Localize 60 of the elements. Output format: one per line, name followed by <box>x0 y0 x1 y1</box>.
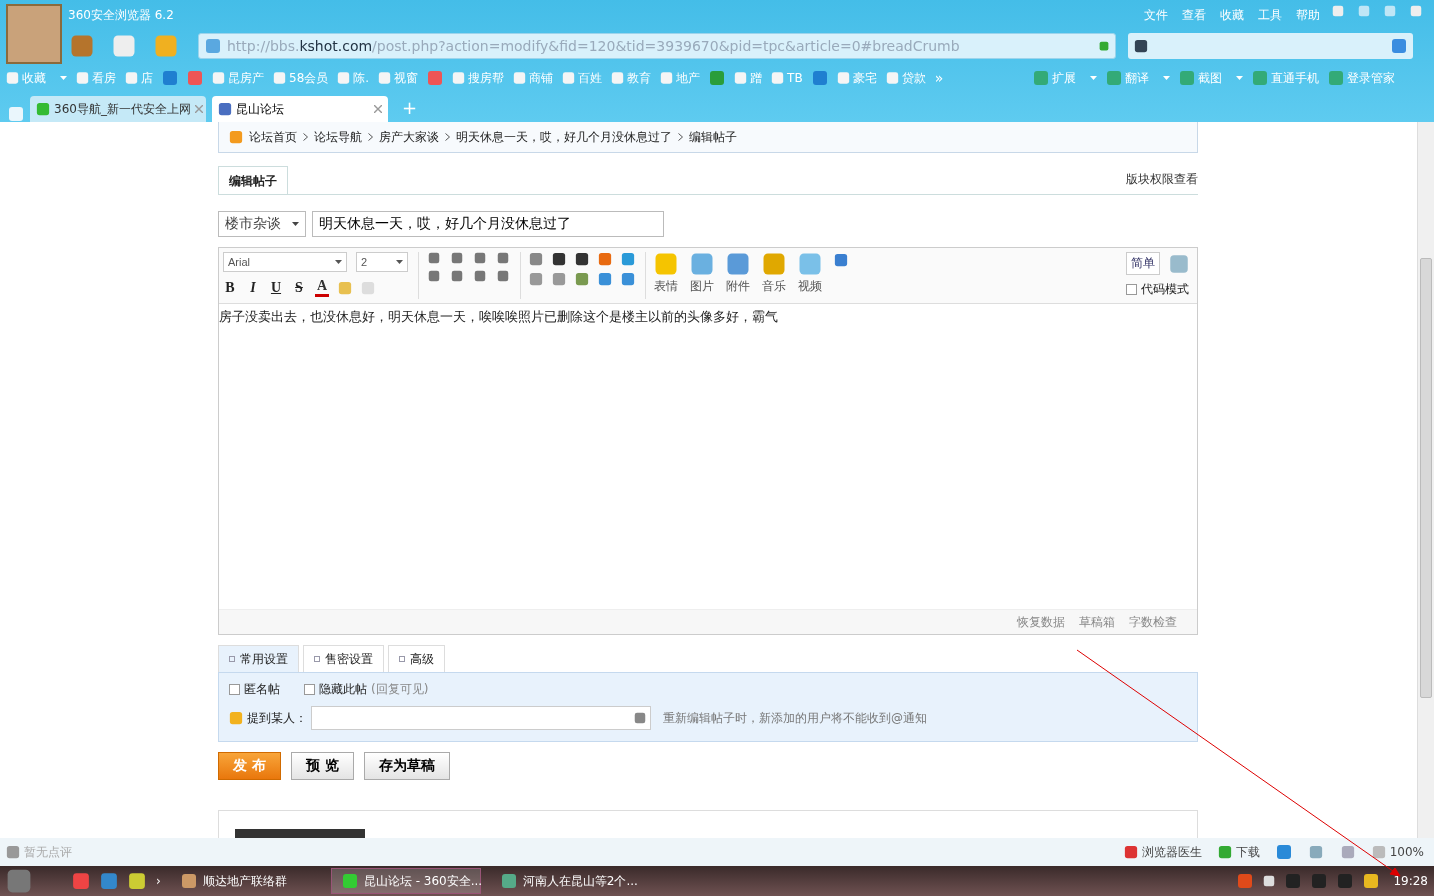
media-button[interactable]: 表情 <box>654 252 678 299</box>
chevron-icon <box>303 133 308 141</box>
search-field[interactable] <box>1128 33 1413 59</box>
taskbar-item[interactable]: 昆山论坛 - 360安全... <box>330 868 481 894</box>
scrollbar[interactable] <box>1417 122 1434 838</box>
media-button[interactable]: 音乐 <box>762 252 786 299</box>
option-checkbox[interactable]: 匿名帖 <box>229 681 280 698</box>
simple-mode-button[interactable]: 简单 <box>1126 252 1160 275</box>
taskbar-item[interactable]: 河南人在昆山等2个... <box>490 868 641 894</box>
caret-icon[interactable] <box>292 222 299 226</box>
browser-tab[interactable]: 360导航_新一代安全上网 <box>30 96 206 122</box>
browser-tab[interactable]: 昆山论坛 <box>212 96 388 122</box>
chevron-button[interactable]: › <box>156 874 161 888</box>
post-content[interactable]: 房子没卖出去，也没休息好，明天休息一天，唉唉唉照片已删除这个是楼主以前的头像多好，霸气 <box>219 304 1197 609</box>
mention-label: 提到某人： <box>247 709 307 727</box>
code-mode-checkbox[interactable]: 代码模式 <box>1126 281 1189 298</box>
format-button[interactable]: I <box>246 279 260 296</box>
mention-input[interactable] <box>311 706 651 730</box>
format-button[interactable]: B <box>223 279 237 296</box>
permissions-link[interactable]: 版块权限查看 <box>1126 171 1198 188</box>
media-button[interactable]: 视频 <box>798 252 822 299</box>
settings-tab[interactable]: 常用设置 <box>218 645 299 672</box>
browser-doctor-button[interactable]: 浏览器医生 <box>1123 843 1202 861</box>
media-button[interactable]: 图片 <box>690 252 714 299</box>
chevron-icon <box>678 133 683 141</box>
breadcrumb-link[interactable]: 明天休息一天，哎，好几个月没休息过了 <box>456 128 672 146</box>
category-select[interactable]: 楼市杂谈 <box>218 211 306 237</box>
zoom-control[interactable]: 100% <box>1371 845 1424 859</box>
breadcrumb-link[interactable]: 论坛首页 <box>249 128 297 146</box>
option-checkbox[interactable]: 隐藏此帖 (回复可见) <box>304 681 429 698</box>
caret-icon[interactable] <box>335 260 342 264</box>
avatar-photo[interactable] <box>6 4 62 64</box>
chevron-icon <box>368 133 373 141</box>
form-button[interactable]: 预 览 <box>290 752 354 780</box>
form-button[interactable]: 存为草稿 <box>363 752 450 780</box>
chevron-icon <box>445 133 450 141</box>
status-text: 暂无点评 <box>24 843 72 861</box>
clock: 19:28 <box>1393 874 1428 888</box>
size-select[interactable]: 2 <box>356 252 408 272</box>
format-button[interactable]: S <box>292 279 306 296</box>
footer-link[interactable]: 恢复数据 <box>1017 613 1065 631</box>
breadcrumb-link[interactable]: 论坛导航 <box>314 128 362 146</box>
breadcrumb-link[interactable]: 房产大家谈 <box>379 128 439 146</box>
window-title: 360安全浏览器 6.2 <box>68 7 174 24</box>
address-bar[interactable]: http://bbs.kshot.com/post.php?action=modify&fid=120&tid=3939670&pid=tpc&article=0#breadCrumb <box>198 33 1116 59</box>
footer-link[interactable]: 草稿箱 <box>1079 613 1115 631</box>
mention-hint: 重新编辑帖子时，新添加的用户将不能收到@通知 <box>663 709 927 727</box>
media-button[interactable]: 附件 <box>726 252 750 299</box>
footer-link[interactable]: 字数检查 <box>1129 613 1177 631</box>
settings-tab[interactable]: 高级 <box>388 645 445 672</box>
download-button[interactable]: 下载 <box>1217 843 1260 861</box>
breadcrumb-link[interactable]: 编辑帖子 <box>689 128 737 146</box>
font-select[interactable]: Arial <box>223 252 347 272</box>
settings-tab[interactable]: 售密设置 <box>303 645 384 672</box>
caret-icon[interactable] <box>396 260 403 264</box>
title-input[interactable]: 明天休息一天，哎，好几个月没休息过了 <box>312 211 664 237</box>
edit-post-tab[interactable]: 编辑帖子 <box>218 166 288 194</box>
format-button[interactable]: U <box>269 279 283 296</box>
format-button[interactable]: A <box>315 278 329 297</box>
taskbar-item[interactable]: 顺达地产联络群 <box>170 868 321 894</box>
